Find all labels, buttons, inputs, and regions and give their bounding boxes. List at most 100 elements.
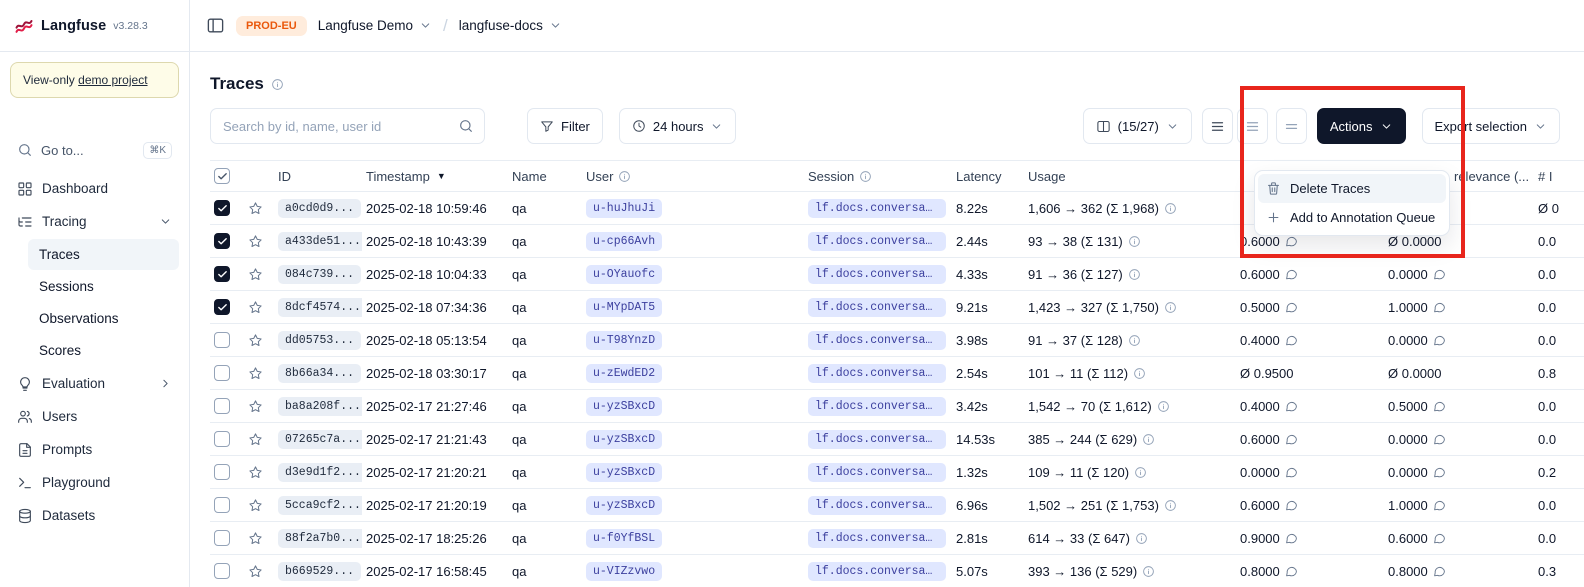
sidebar-item-dashboard[interactable]: Dashboard	[0, 172, 189, 205]
session-badge[interactable]: lf.docs.conversation...	[808, 397, 946, 416]
star-icon[interactable]	[248, 201, 263, 216]
table-row[interactable]: d3e9d1f2... 2025-02-17 21:20:21 qa u-yzS…	[210, 456, 1584, 489]
session-badge[interactable]: lf.docs.conversation...	[808, 199, 946, 218]
header-timestamp[interactable]: Timestamp▼	[362, 169, 508, 184]
header-id[interactable]: ID	[274, 169, 362, 184]
trace-id-badge[interactable]: 07265c7a...	[278, 430, 362, 449]
star-icon[interactable]	[248, 564, 263, 579]
score-b-comment-icon[interactable]	[1433, 301, 1446, 314]
row-height-medium-button[interactable]	[1237, 108, 1268, 144]
session-badge[interactable]: lf.docs.conversation...	[808, 463, 946, 482]
score-a-comment-icon[interactable]	[1285, 433, 1298, 446]
score-a-comment-icon[interactable]	[1285, 334, 1298, 347]
score-a-comment-icon[interactable]	[1285, 565, 1298, 578]
trace-id-badge[interactable]: ba8a208f...	[278, 397, 362, 416]
star-icon[interactable]	[248, 366, 263, 381]
user-badge[interactable]: u-VIZzvwo	[586, 562, 662, 581]
time-range-button[interactable]: 24 hours	[619, 108, 737, 144]
session-badge[interactable]: lf.docs.conversation...	[808, 430, 946, 449]
star-icon[interactable]	[248, 399, 263, 414]
score-a-comment-icon[interactable]	[1285, 301, 1298, 314]
columns-button[interactable]: (15/27)	[1083, 108, 1192, 144]
org-switcher[interactable]: Langfuse Demo	[318, 18, 432, 33]
table-row[interactable]: 07265c7a... 2025-02-17 21:21:43 qa u-yzS…	[210, 423, 1584, 456]
trace-id-badge[interactable]: a0cd0d9...	[278, 199, 361, 218]
filter-button[interactable]: Filter	[527, 108, 603, 144]
session-badge[interactable]: lf.docs.conversation...	[808, 496, 946, 515]
table-row[interactable]: 5cca9cf2... 2025-02-17 21:20:19 qa u-yzS…	[210, 489, 1584, 522]
row-height-small-button[interactable]	[1202, 108, 1233, 144]
trace-id-badge[interactable]: d3e9d1f2...	[278, 463, 362, 482]
row-checkbox[interactable]	[214, 200, 230, 216]
header-session[interactable]: Session	[804, 169, 952, 184]
row-checkbox[interactable]	[214, 497, 230, 513]
star-icon[interactable]	[248, 465, 263, 480]
score-a-comment-icon[interactable]	[1285, 532, 1298, 545]
score-a-comment-icon[interactable]	[1285, 499, 1298, 512]
row-checkbox[interactable]	[214, 299, 230, 315]
trace-id-badge[interactable]: a433de51...	[278, 232, 362, 251]
row-checkbox[interactable]	[214, 398, 230, 414]
menu-item-add-to-annotation-queue[interactable]: Add to Annotation Queue	[1258, 203, 1446, 232]
header-usage[interactable]: Usage	[1024, 169, 1236, 184]
sidebar-item-users[interactable]: Users	[0, 400, 189, 433]
row-height-large-button[interactable]	[1276, 108, 1307, 144]
table-row[interactable]: 084c739... 2025-02-18 10:04:33 qa u-OYau…	[210, 258, 1584, 291]
trace-id-badge[interactable]: b669529...	[278, 562, 361, 581]
score-b-comment-icon[interactable]	[1433, 499, 1446, 512]
score-b-comment-icon[interactable]	[1433, 532, 1446, 545]
row-checkbox[interactable]	[214, 431, 230, 447]
row-checkbox[interactable]	[214, 233, 230, 249]
project-switcher[interactable]: langfuse-docs	[459, 18, 562, 33]
row-checkbox[interactable]	[214, 563, 230, 579]
table-row[interactable]: b669529... 2025-02-17 16:58:45 qa u-VIZz…	[210, 555, 1584, 587]
score-a-comment-icon[interactable]	[1285, 235, 1298, 248]
sidebar-item-prompts[interactable]: Prompts	[0, 433, 189, 466]
session-badge[interactable]: lf.docs.conversation...	[808, 265, 946, 284]
select-all-checkbox[interactable]	[214, 168, 230, 184]
trace-id-badge[interactable]: 5cca9cf2...	[278, 496, 362, 515]
star-icon[interactable]	[248, 234, 263, 249]
score-b-comment-icon[interactable]	[1433, 565, 1446, 578]
sidebar-item-scores[interactable]: Scores	[28, 335, 179, 366]
menu-item-delete-traces[interactable]: Delete Traces	[1258, 174, 1446, 203]
session-badge[interactable]: lf.docs.conversation...	[808, 562, 946, 581]
table-row[interactable]: 8dcf4574... 2025-02-18 07:34:36 qa u-MYp…	[210, 291, 1584, 324]
sidebar-item-sessions[interactable]: Sessions	[28, 271, 179, 302]
user-badge[interactable]: u-yzSBxcD	[586, 463, 662, 482]
search-input[interactable]	[221, 118, 450, 135]
trace-id-badge[interactable]: 084c739...	[278, 265, 361, 284]
score-a-comment-icon[interactable]	[1285, 268, 1298, 281]
export-button[interactable]: Export selection	[1422, 108, 1561, 144]
star-icon[interactable]	[248, 267, 263, 282]
score-b-comment-icon[interactable]	[1433, 433, 1446, 446]
row-checkbox[interactable]	[214, 365, 230, 381]
sidebar-item-traces[interactable]: Traces	[28, 239, 179, 270]
table-row[interactable]: 8b66a34... 2025-02-18 03:30:17 qa u-zEwd…	[210, 357, 1584, 390]
goto-button[interactable]: Go to... ⌘K	[8, 134, 181, 166]
score-b-comment-icon[interactable]	[1433, 334, 1446, 347]
score-b-comment-icon[interactable]	[1433, 466, 1446, 479]
table-row[interactable]: 88f2a7b0... 2025-02-17 18:25:26 qa u-f0Y…	[210, 522, 1584, 555]
row-checkbox[interactable]	[214, 464, 230, 480]
user-badge[interactable]: u-yzSBxcD	[586, 430, 662, 449]
star-icon[interactable]	[248, 531, 263, 546]
search-icon[interactable]	[458, 118, 474, 134]
header-user[interactable]: User	[582, 169, 804, 184]
user-badge[interactable]: u-cp66Avh	[586, 232, 662, 251]
row-checkbox[interactable]	[214, 332, 230, 348]
sidebar-item-evaluation[interactable]: Evaluation	[0, 367, 189, 400]
header-latency[interactable]: Latency	[952, 169, 1024, 184]
session-badge[interactable]: lf.docs.conversation...	[808, 529, 946, 548]
user-badge[interactable]: u-f0YfBSL	[586, 529, 662, 548]
user-badge[interactable]: u-zEwdED2	[586, 364, 662, 383]
sidebar-item-tracing[interactable]: Tracing	[0, 205, 189, 238]
session-badge[interactable]: lf.docs.conversation...	[808, 364, 946, 383]
demo-project-link[interactable]: demo project	[78, 73, 147, 87]
row-checkbox[interactable]	[214, 530, 230, 546]
star-icon[interactable]	[248, 498, 263, 513]
session-badge[interactable]: lf.docs.conversation...	[808, 298, 946, 317]
table-row[interactable]: dd05753... 2025-02-18 05:13:54 qa u-T98Y…	[210, 324, 1584, 357]
score-b-comment-icon[interactable]	[1433, 268, 1446, 281]
sidebar-item-playground[interactable]: Playground	[0, 466, 189, 499]
